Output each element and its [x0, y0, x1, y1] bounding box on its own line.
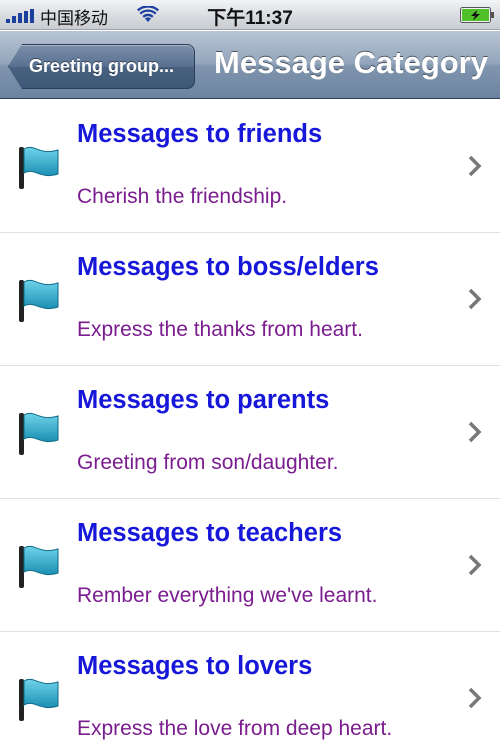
flag-icon [19, 146, 59, 189]
item-subtitle: Cherish the friendship. [77, 185, 288, 208]
list-item-boss-elders[interactable]: Messages to boss/elders Express the than… [0, 233, 500, 366]
list-item-lovers[interactable]: Messages to lovers Express the love from… [0, 632, 500, 750]
item-subtitle: Express the love from deep heart. [77, 717, 393, 740]
flag-icon [19, 279, 59, 322]
chevron-right-icon [468, 421, 482, 443]
list-item-parents[interactable]: Messages to parents Greeting from son/da… [0, 366, 500, 499]
item-subtitle: Express the thanks from heart. [77, 318, 363, 341]
flag-icon [19, 678, 59, 721]
item-title: Messages to boss/elders [77, 253, 379, 281]
list-item-friends[interactable]: Messages to friends Cherish the friendsh… [0, 100, 500, 233]
item-subtitle: Greeting from son/daughter. [77, 451, 339, 474]
navigation-bar: Greeting group... Message Category [0, 31, 500, 99]
chevron-right-icon [468, 554, 482, 576]
back-button-label: Greeting group... [29, 56, 175, 76]
chevron-right-icon [468, 155, 482, 177]
item-title: Messages to lovers [77, 652, 313, 680]
item-title: Messages to parents [77, 386, 330, 414]
category-list: Messages to friends Cherish the friendsh… [0, 100, 500, 750]
chevron-right-icon [468, 687, 482, 709]
item-title: Messages to teachers [77, 519, 343, 547]
status-bar: 中国移动 下午11:37 [0, 0, 500, 30]
chevron-right-icon [468, 288, 482, 310]
status-time: 下午11:37 [207, 8, 293, 29]
flag-icon [19, 412, 59, 455]
back-button[interactable]: Greeting group... [8, 44, 195, 89]
page-title: Message Category [214, 45, 488, 80]
item-title: Messages to friends [77, 120, 323, 148]
list-item-teachers[interactable]: Messages to teachers Rember everything w… [0, 499, 500, 632]
battery-charging-icon [460, 7, 494, 23]
flag-icon [19, 545, 59, 588]
item-subtitle: Rember everything we've learnt. [77, 584, 378, 607]
